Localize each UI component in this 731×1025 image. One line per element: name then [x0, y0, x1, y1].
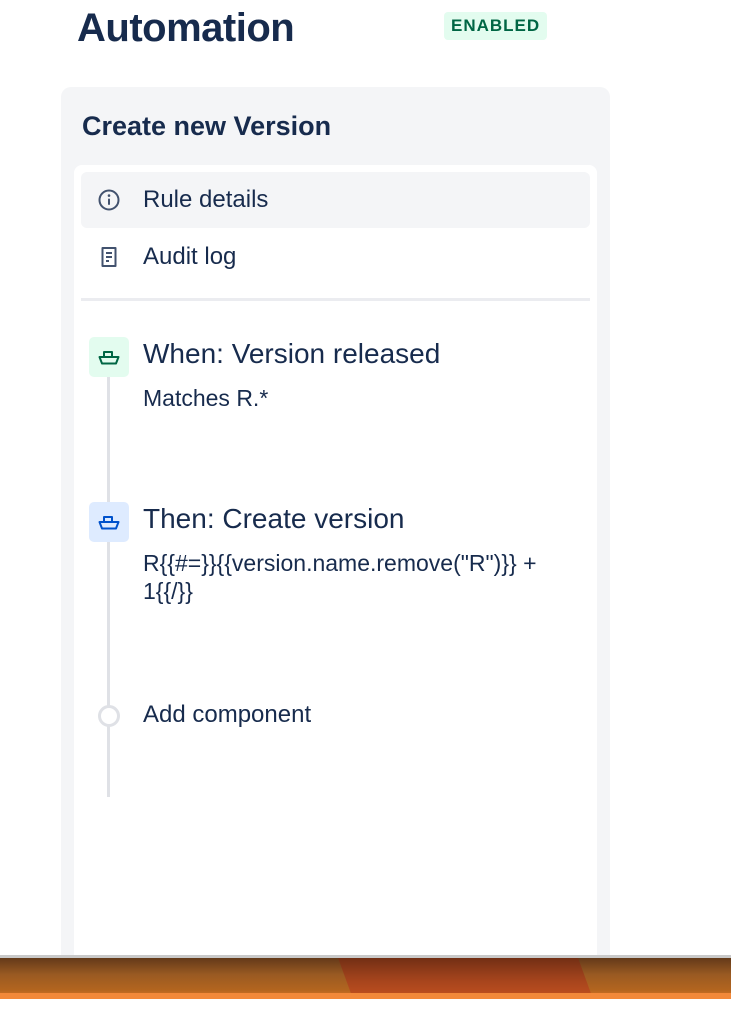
action-title[interactable]: Then: Create version: [143, 501, 404, 537]
nav-audit-log[interactable]: Audit log: [81, 229, 590, 285]
rule-panel: Create new Version Rule details Audit lo…: [61, 87, 610, 1025]
rule-sidebar: Rule details Audit log When: Version rel…: [74, 165, 597, 1025]
desktop-background-strip: [0, 955, 731, 999]
action-step-icon[interactable]: [89, 502, 129, 542]
trigger-description: Matches R.*: [143, 385, 269, 411]
add-component-icon[interactable]: [98, 705, 120, 727]
nav-rule-details-label: Rule details: [143, 186, 269, 213]
timeline-connector: [107, 377, 110, 797]
rule-title: Create new Version: [82, 111, 332, 141]
nav-divider: [81, 298, 590, 301]
trigger-step-icon[interactable]: [89, 337, 129, 377]
nav-audit-log-label: Audit log: [143, 243, 237, 270]
ship-icon: [98, 516, 120, 530]
document-icon: [101, 247, 117, 267]
action-description: R{{#=}}{{version.name.remove("R")}} + 1{…: [143, 550, 537, 604]
status-badge: ENABLED: [444, 12, 548, 40]
page-title: Automation: [77, 6, 295, 50]
trigger-title[interactable]: When: Version released: [143, 336, 440, 372]
ship-icon: [98, 351, 120, 365]
add-component-button[interactable]: Add component: [143, 698, 311, 732]
nav-rule-details[interactable]: Rule details: [81, 172, 590, 228]
info-icon: [98, 189, 120, 211]
